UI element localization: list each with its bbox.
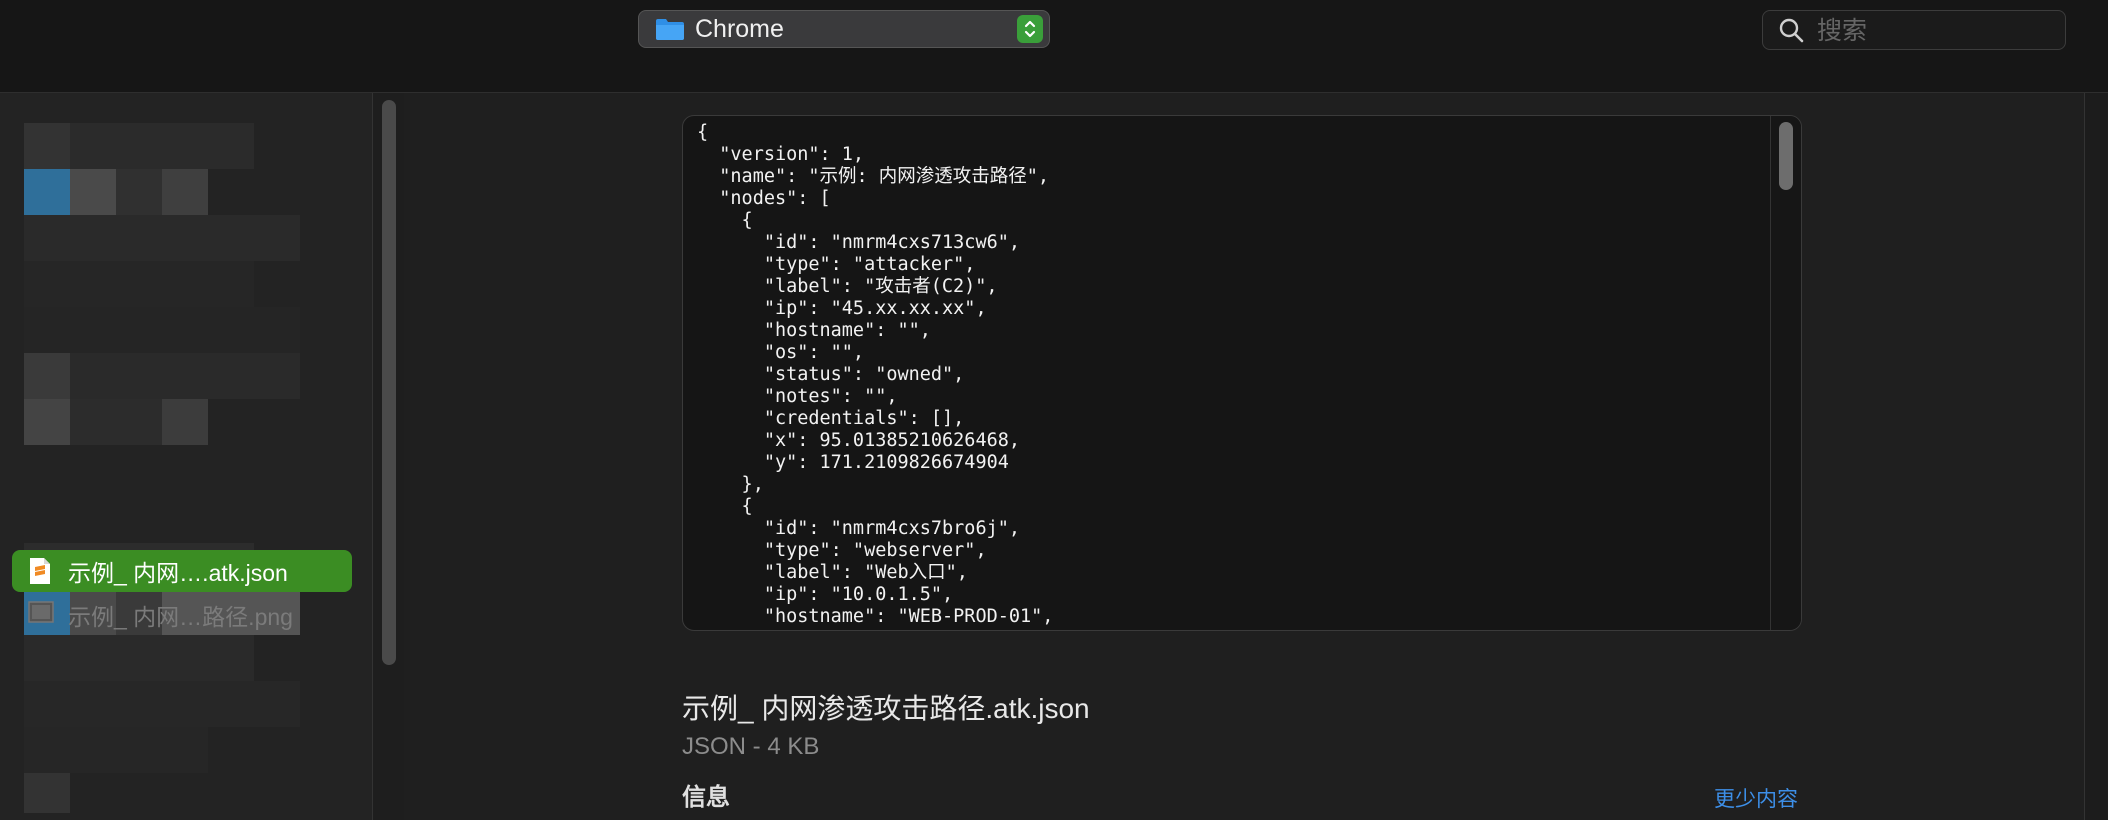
code-line: "os": "",: [763, 342, 865, 363]
code-line: "x": 95.01385210626468,: [763, 430, 1021, 451]
code-line: "ip": "10.0.1.5",: [763, 584, 954, 605]
file-row-png[interactable]: 示例_ 内网…路径.png: [12, 594, 352, 636]
code-line: "notes": "",: [763, 386, 898, 407]
show-less-link[interactable]: 更少内容: [1714, 783, 1798, 813]
code-line: "name": "示例: 内网渗透攻击路径",: [719, 166, 1050, 187]
code-line: "id": "nmrm4cxs713cw6",: [763, 232, 1021, 253]
code-scrollbar-thumb[interactable]: [1779, 122, 1793, 190]
toolbar: Chrome: [0, 0, 2108, 93]
code-line: "ip": "45.xx.xx.xx",: [763, 298, 987, 319]
sidebar-scrollbar[interactable]: [382, 100, 396, 665]
code-line: },: [741, 474, 764, 495]
code-line: "hostname": "",: [763, 320, 931, 341]
code-line: {: [697, 122, 709, 143]
code-line: {: [741, 496, 753, 517]
sublime-file-icon: [28, 557, 52, 585]
search-icon: [1777, 16, 1805, 44]
code-line: "type": "webserver",: [763, 540, 987, 561]
location-label: Chrome: [695, 14, 784, 43]
file-row-label: 示例_ 内网….atk.json: [68, 560, 288, 586]
code-line: "y": 171.2109826674904: [763, 452, 1009, 473]
code-line: "status": "owned",: [763, 364, 965, 385]
file-row-label: 示例_ 内网…路径.png: [68, 604, 293, 630]
code-scrollbar[interactable]: [1770, 116, 1801, 630]
code-line: "os": "CentOS 7",: [697, 628, 953, 630]
chevron-updown-icon[interactable]: [1017, 15, 1043, 43]
folder-icon: [655, 17, 685, 41]
code-line: "nodes": [: [719, 188, 831, 209]
code-line: "label": "攻击者(C2)",: [763, 276, 998, 297]
file-row-json[interactable]: 示例_ 内网….atk.json: [12, 550, 352, 592]
window-scrollbar[interactable]: [2084, 93, 2107, 820]
code-preview: { "version": 1, "name": "示例: 内网渗透攻击路径", …: [682, 115, 1802, 631]
code-text: { "version": 1, "name": "示例: 内网渗透攻击路径", …: [683, 116, 1801, 630]
search-field[interactable]: [1762, 10, 2066, 50]
preview-pane: { "version": 1, "name": "示例: 内网渗透攻击路径", …: [404, 93, 2106, 820]
search-input[interactable]: [1815, 14, 2039, 46]
file-name: 示例_ 内网渗透攻击路径.atk.json: [682, 693, 1090, 724]
code-line: "type": "attacker",: [763, 254, 976, 275]
info-heading: 信息: [682, 784, 730, 811]
file-meta: JSON - 4 KB: [682, 733, 820, 760]
code-line: "credentials": [],: [763, 408, 965, 429]
code-line: "id": "nmrm4cxs7bro6j",: [763, 518, 1021, 539]
sidebar-file-list: 示例_ 内网….atk.json 示例_ 内网…路径.png: [0, 93, 373, 820]
location-popup-button[interactable]: Chrome: [638, 10, 1050, 48]
code-line: "label": "Web入口",: [763, 562, 968, 583]
image-file-icon: [28, 601, 54, 629]
code-line: "version": 1,: [719, 144, 865, 165]
code-line: "hostname": "WEB-PROD-01",: [763, 606, 1054, 627]
code-line: {: [741, 210, 753, 231]
